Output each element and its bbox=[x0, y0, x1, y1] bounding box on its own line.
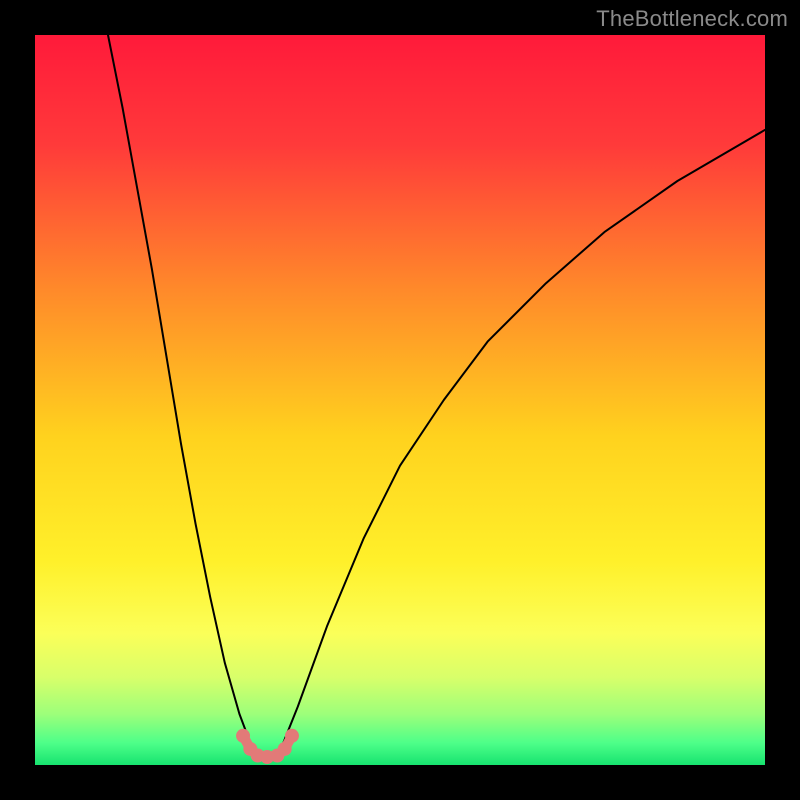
marker-valley-marker bbox=[285, 729, 299, 743]
watermark-label: TheBottleneck.com bbox=[596, 6, 788, 32]
series-bottleneck-curve-right bbox=[283, 130, 765, 743]
chart-frame: TheBottleneck.com bbox=[0, 0, 800, 800]
plot-area bbox=[35, 35, 765, 765]
series-bottleneck-curve-left bbox=[108, 35, 250, 743]
marker-valley-marker bbox=[278, 742, 292, 756]
marker-valley-marker bbox=[236, 729, 250, 743]
curve-layer bbox=[35, 35, 765, 765]
